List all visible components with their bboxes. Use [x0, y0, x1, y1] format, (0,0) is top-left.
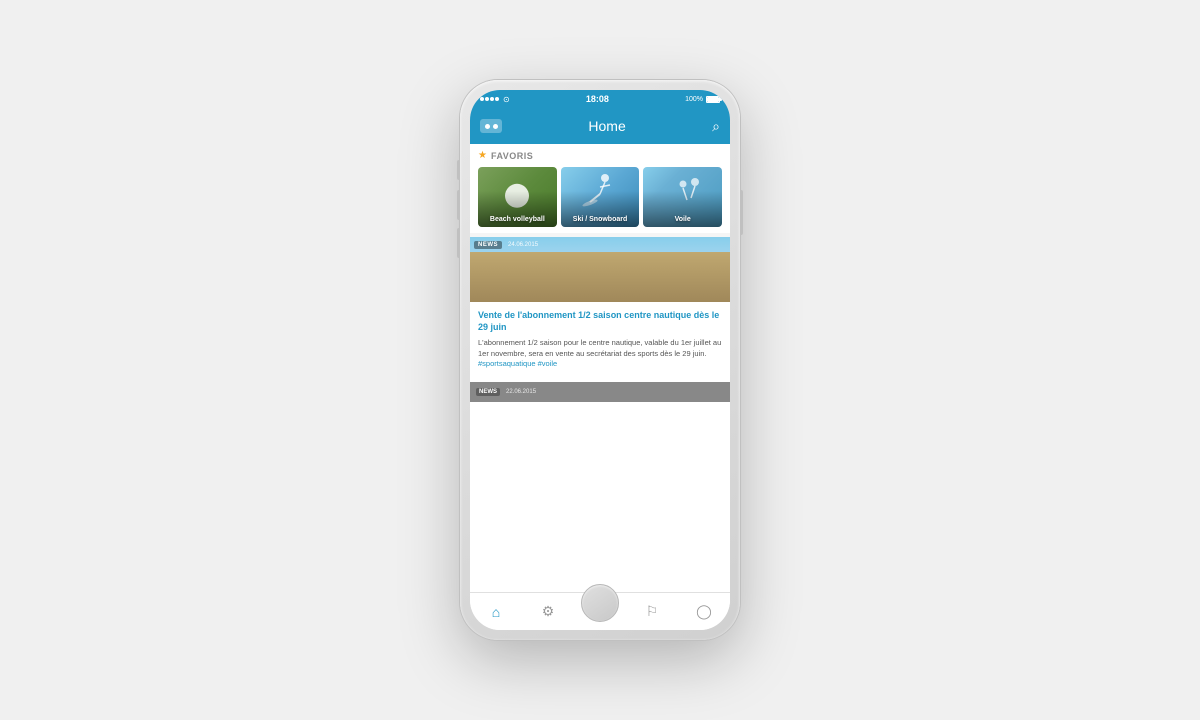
profile-icon: ◯	[696, 603, 712, 620]
star-icon: ★	[478, 150, 487, 161]
volleyball-overlay: Beach volleyball	[478, 167, 557, 227]
news-image: NEWS 24.06.2015	[470, 237, 730, 302]
tab-bar: ⌂ ⚙ ◷ ⚐ ◯	[470, 592, 730, 630]
logo-eyes	[485, 124, 498, 129]
news-title[interactable]: Vente de l'abonnement 1/2 saison centre …	[478, 310, 722, 333]
news-body: Vente de l'abonnement 1/2 saison centre …	[470, 302, 730, 378]
sport-card-volleyball[interactable]: Beach volleyball	[478, 167, 557, 227]
app-content: ★ FAVORIS Beach volleyball	[470, 144, 730, 592]
clock-icon: ◷	[594, 603, 606, 620]
wifi-icon: ⊙	[503, 95, 510, 104]
news-section: NEWS 24.06.2015 Vente de l'abonnement 1/…	[470, 237, 730, 592]
signal-bars	[480, 97, 499, 101]
signal-dot-4	[495, 97, 499, 101]
home-icon: ⌂	[492, 604, 500, 620]
voile-overlay: Voile	[643, 167, 722, 227]
snowboard-overlay: Ski / Snowboard	[561, 167, 640, 227]
tab-trophy[interactable]: ⚐	[626, 593, 678, 630]
news-tags[interactable]: #sportsaquatique #voile	[478, 359, 557, 368]
sport-card-voile[interactable]: Voile	[643, 167, 722, 227]
signal-dot-1	[480, 97, 484, 101]
status-left: ⊙	[480, 95, 510, 104]
tab-clock[interactable]: ◷	[574, 593, 626, 630]
signal-dot-3	[490, 97, 494, 101]
news-building	[470, 252, 730, 302]
header-title: Home	[588, 118, 625, 134]
favoris-section: ★ FAVORIS Beach volleyball	[470, 144, 730, 233]
side-button-power	[740, 190, 743, 235]
tab-home[interactable]: ⌂	[470, 593, 522, 630]
side-button-vol-up	[457, 190, 460, 220]
logo-eye-left	[485, 124, 490, 129]
app-logo[interactable]	[480, 119, 502, 133]
status-right: 100%	[685, 96, 720, 103]
tab-settings[interactable]: ⚙	[522, 593, 574, 630]
status-bar: ⊙ 18:08 100%	[470, 90, 730, 108]
news-badge-row: NEWS 24.06.2015	[474, 241, 538, 249]
battery-icon	[706, 96, 720, 103]
favoris-header: ★ FAVORIS	[478, 150, 722, 161]
volleyball-label: Beach volleyball	[490, 216, 545, 224]
voile-label: Voile	[675, 216, 691, 224]
battery-text: 100%	[685, 96, 703, 103]
search-icon[interactable]: ⌕	[712, 118, 720, 135]
news-next-date: 22.06.2015	[506, 389, 536, 395]
favoris-cards: Beach volleyball Ski / Sn	[478, 167, 722, 227]
side-button-mute	[457, 160, 460, 180]
logo-eye-right	[493, 124, 498, 129]
news-badge: NEWS	[474, 241, 502, 249]
favoris-label: FAVORIS	[491, 151, 533, 161]
news-date: 24.06.2015	[508, 242, 538, 248]
status-time: 18:08	[586, 94, 609, 104]
news-text: L'abonnement 1/2 saison pour le centre n…	[478, 338, 722, 370]
signal-dot-2	[485, 97, 489, 101]
phone-frame: ⊙ 18:08 100% Home ⌕	[460, 80, 740, 640]
news-body-text: L'abonnement 1/2 saison pour le centre n…	[478, 338, 721, 358]
side-button-vol-down	[457, 228, 460, 258]
news-next-item[interactable]: NEWS 22.06.2015	[470, 382, 730, 402]
phone-screen: ⊙ 18:08 100% Home ⌕	[470, 90, 730, 630]
battery-fill	[707, 97, 719, 102]
settings-icon: ⚙	[542, 603, 555, 620]
app-header: Home ⌕	[470, 108, 730, 144]
snowboard-label: Ski / Snowboard	[573, 216, 627, 224]
news-next-badge: NEWS	[476, 388, 500, 396]
tab-profile[interactable]: ◯	[678, 593, 730, 630]
trophy-icon: ⚐	[646, 603, 659, 620]
sport-card-snowboard[interactable]: Ski / Snowboard	[561, 167, 640, 227]
